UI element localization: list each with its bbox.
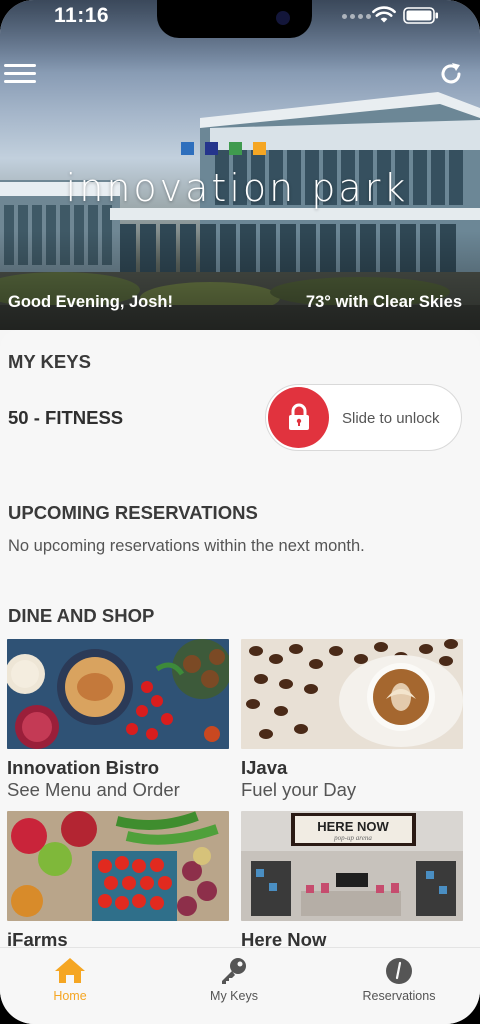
lock-icon [289, 403, 309, 430]
tab-my-keys[interactable]: My Keys [159, 948, 309, 1018]
key-icon [222, 958, 246, 984]
battery-icon [403, 7, 438, 24]
dine-card-subtitle: See Menu and Order [7, 779, 180, 800]
reservations-icon [386, 958, 412, 984]
dine-card-name: iFarms [7, 929, 68, 947]
tab-my-keys-label: My Keys [210, 989, 258, 1003]
upcoming-reservations-heading: UPCOMING RESERVATIONS [8, 502, 258, 523]
slide-to-unlock-control[interactable]: Slide to unlock [265, 384, 462, 451]
logo-square [205, 142, 218, 155]
slide-to-unlock-label: Slide to unlock [342, 410, 440, 427]
dine-card-name: Here Now [241, 929, 327, 947]
brand-title: innovation park [65, 166, 409, 210]
logo-square [181, 142, 194, 155]
hamburger-menu-icon[interactable] [4, 62, 38, 86]
store-sign-text: HERE NOW [317, 819, 389, 834]
lock-slider-handle[interactable] [268, 387, 329, 448]
home-content[interactable]: MY KEYS 50 - FITNESS Slide to unlock UPC… [0, 330, 480, 947]
key-name: 50 - FITNESS [8, 407, 124, 428]
wifi-icon [372, 6, 396, 23]
hero-banner: 11:16 innovation park Good Evening, Josh… [0, 0, 480, 330]
logo-square [253, 142, 266, 155]
my-keys-heading: MY KEYS [8, 351, 91, 372]
cellular-signal-icon [342, 14, 371, 19]
dine-card-here-now[interactable]: HERE NOW pop-up arena Here Now [241, 811, 463, 947]
dine-card-innovation-bistro[interactable]: Innovation Bistro See Menu and Order [7, 639, 229, 801]
bottom-tab-bar: Home My Keys Reservations [0, 947, 480, 1024]
status-time: 11:16 [54, 4, 110, 27]
bistro-food-image [7, 639, 229, 749]
dine-card-name: Innovation Bistro [7, 757, 160, 778]
dine-and-shop-heading: DINE AND SHOP [8, 605, 155, 626]
no-reservations-text: No upcoming reservations within the next… [8, 537, 365, 555]
dynamic-island [157, 0, 312, 38]
status-bar: 11:16 [0, 0, 480, 38]
home-icon [55, 958, 85, 983]
tab-reservations-label: Reservations [362, 989, 436, 1003]
tab-reservations[interactable]: Reservations [324, 948, 474, 1018]
greeting-text: Good Evening, Josh! [8, 293, 174, 311]
refresh-icon[interactable] [437, 60, 465, 88]
weather-text: 73° with Clear Skies [305, 293, 462, 311]
dine-card-subtitle: Fuel your Day [241, 779, 357, 800]
store-sign-subtext: pop-up arena [333, 834, 372, 842]
coffee-image [241, 639, 463, 749]
tab-home[interactable]: Home [0, 948, 145, 1018]
dine-card-ijava[interactable]: IJava Fuel your Day [241, 639, 463, 801]
logo-square [229, 142, 242, 155]
tab-home-label: Home [53, 989, 87, 1003]
brand-logo-squares [181, 142, 266, 155]
app-screen: 11:16 innovation park Good Evening, Josh… [0, 0, 480, 1024]
produce-image [7, 811, 229, 921]
store-image: HERE NOW pop-up arena [241, 811, 463, 921]
dine-card-name: IJava [241, 757, 288, 778]
dine-card-ifarms[interactable]: iFarms [7, 811, 229, 947]
